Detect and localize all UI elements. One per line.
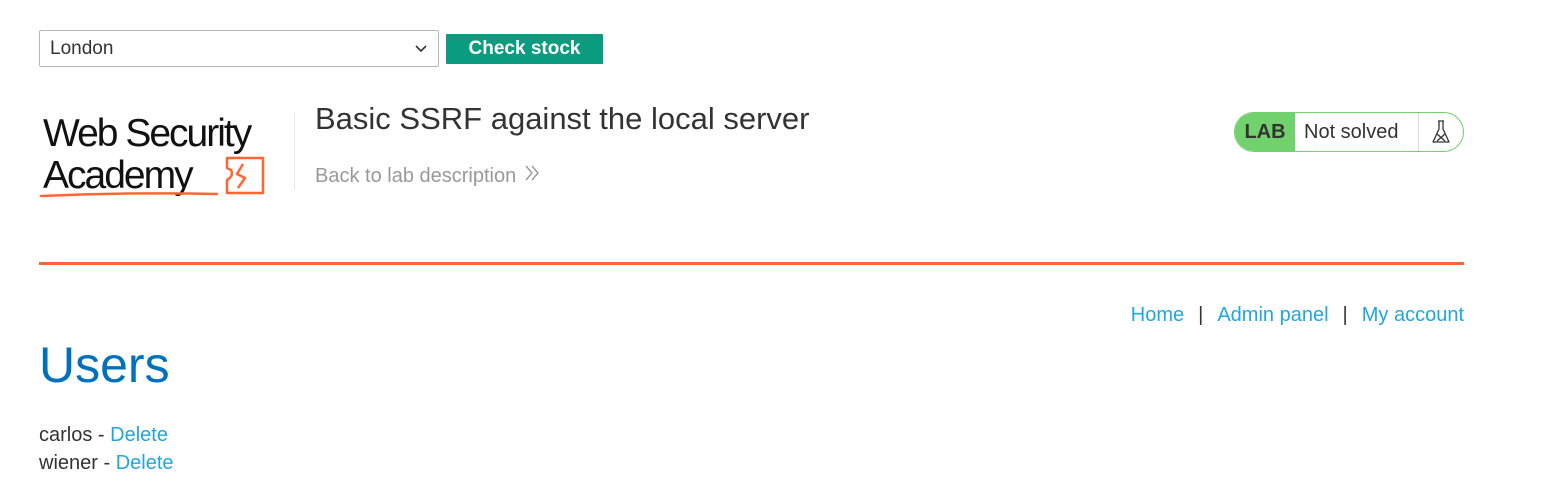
check-stock-button[interactable]: Check stock [446,33,603,64]
nav-separator: | [1198,304,1204,326]
list-item: carlos - Delete [39,421,174,449]
flask-icon [1419,113,1463,151]
nav-admin-panel-link[interactable]: Admin panel [1217,304,1328,327]
user-separator: - [97,424,105,446]
location-select[interactable]: London [39,30,439,67]
user-separator: - [103,452,111,474]
user-name: wiener [39,452,98,474]
logo-text-line1: Web Security [43,112,253,155]
nav-my-account-link[interactable]: My account [1362,304,1464,327]
user-name: carlos [39,424,93,446]
lab-status-text: Not solved [1295,113,1419,151]
header-divider [39,262,1464,265]
chevron-down-icon [414,42,428,56]
delete-user-link[interactable]: Delete [116,452,174,474]
double-chevron-right-icon [524,164,540,188]
delete-user-link[interactable]: Delete [110,424,168,446]
user-list: carlos - Delete wiener - Delete [39,421,174,477]
top-navigation: Home | Admin panel | My account [1131,304,1464,327]
page-title: Users [39,337,170,393]
lab-status-widget: LAB Not solved [1234,112,1464,152]
logo-text-line2: Academy [43,154,194,197]
lab-badge: LAB [1235,113,1295,151]
nav-home-link[interactable]: Home [1131,304,1184,327]
list-item: wiener - Delete [39,449,174,477]
back-to-lab-description-link[interactable]: Back to lab description [315,164,540,188]
back-link-label: Back to lab description [315,164,517,187]
web-security-academy-logo[interactable]: Web Security Academy [39,108,294,203]
nav-separator: | [1342,304,1348,326]
logo-divider [294,112,295,190]
location-select-value: London [50,37,114,59]
lab-title: Basic SSRF against the local server [315,101,810,136]
stock-check-form: London Check stock [39,30,603,67]
